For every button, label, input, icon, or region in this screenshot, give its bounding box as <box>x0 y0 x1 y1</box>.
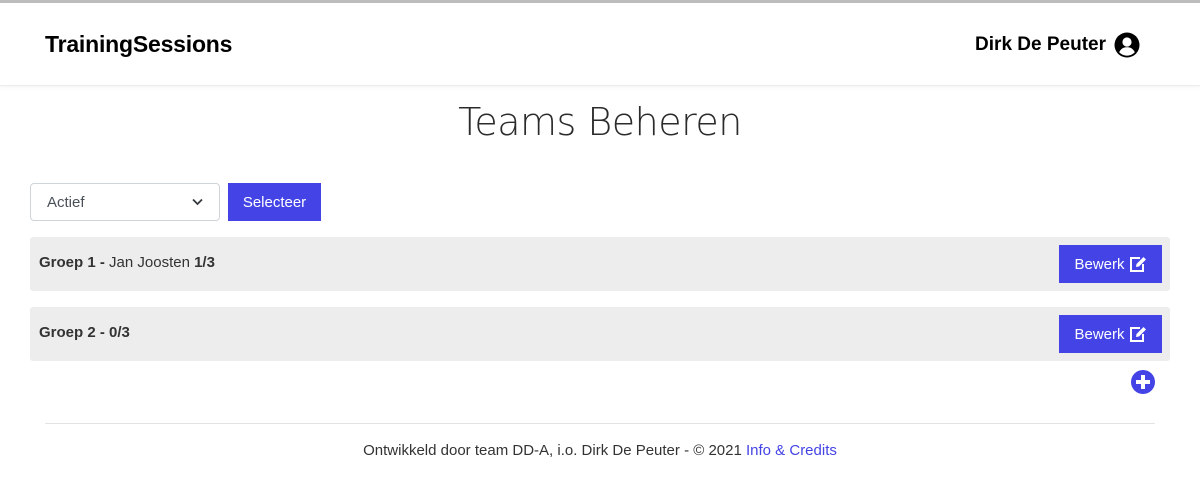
footer: Ontwikkeld door team DD-A, i.o. Dirk De … <box>0 442 1200 459</box>
team-info: Groep 2 - 0/3 <box>39 324 130 341</box>
page-title: Teams Beheren <box>458 100 742 144</box>
footer-divider <box>45 423 1155 424</box>
team-row: Groep 2 - 0/3 Bewerk <box>30 307 1170 361</box>
status-select-value: Actief <box>47 193 85 211</box>
user-name: Dirk De Peuter <box>975 34 1106 55</box>
edit-icon <box>1129 256 1147 272</box>
team-row: Groep 1 - Jan Joosten 1/3 Bewerk <box>30 237 1170 291</box>
user-menu[interactable]: Dirk De Peuter <box>975 31 1140 59</box>
edit-button-label: Bewerk <box>1074 325 1125 343</box>
user-circle-icon <box>1114 32 1140 58</box>
navbar: TrainingSessions Dirk De Peuter <box>0 3 1200 86</box>
edit-team-button[interactable]: Bewerk <box>1059 245 1162 283</box>
info-credits-link[interactable]: Info & Credits <box>746 442 837 459</box>
team-count: 1/3 <box>194 254 215 271</box>
team-info: Groep 1 - Jan Joosten 1/3 <box>39 254 215 271</box>
edit-icon <box>1129 326 1147 342</box>
status-select[interactable]: Actief <box>30 183 220 221</box>
edit-button-label: Bewerk <box>1074 255 1125 273</box>
chevron-down-icon <box>192 198 203 206</box>
team-name: Groep 2 - 0/3 <box>39 324 130 341</box>
add-team-button[interactable] <box>1131 370 1155 394</box>
footer-text: Ontwikkeld door team DD-A, i.o. Dirk De … <box>363 442 742 459</box>
select-button[interactable]: Selecteer <box>228 183 321 221</box>
edit-team-button[interactable]: Bewerk <box>1059 315 1162 353</box>
plus-circle-icon <box>1131 370 1155 394</box>
team-coach: Jan Joosten <box>109 254 190 271</box>
brand-logo-link[interactable]: TrainingSessions <box>45 31 232 58</box>
team-name: Groep 1 - <box>39 254 105 271</box>
